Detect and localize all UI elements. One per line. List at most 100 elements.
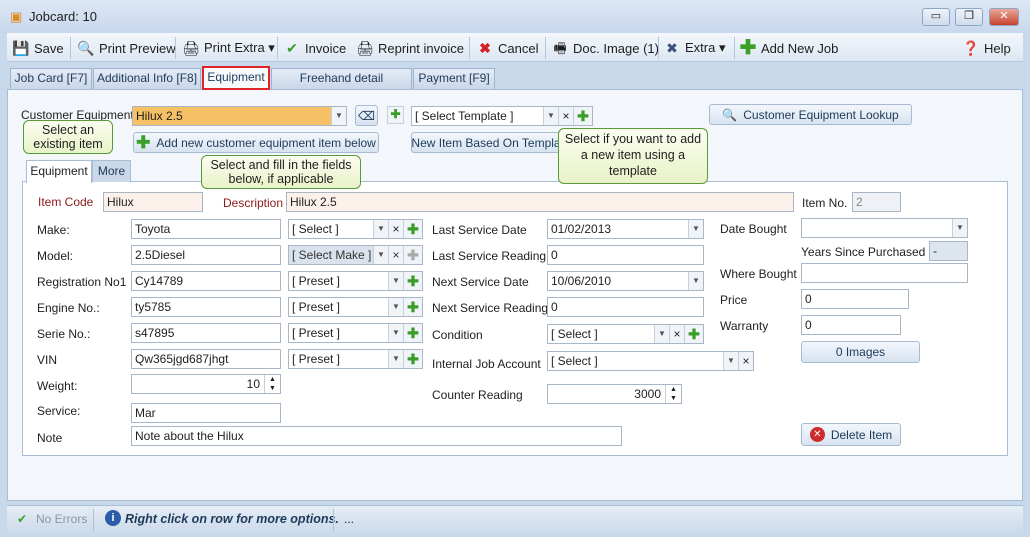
save-button[interactable]: 💾 Save <box>12 37 63 59</box>
equipment-field[interactable]: ty5785 <box>131 297 281 317</box>
counter-reading-label: Counter Reading <box>432 388 523 402</box>
tab-job-card[interactable]: Job Card [F7] <box>10 68 92 89</box>
add-new-equipment-button[interactable]: ✚ Add new customer equipment item below <box>133 132 379 153</box>
condition-combo[interactable]: [ Select ] ▼ × ✚ <box>547 324 704 344</box>
chevron-down-icon[interactable]: ▼ <box>688 272 703 290</box>
next-service-date-picker[interactable]: 10/06/2010 ▼ <box>547 271 704 291</box>
preset-combo[interactable]: [ Preset ] ▼ ✚ <box>288 297 423 317</box>
add-equipment-icon[interactable]: ✚ <box>387 106 404 124</box>
chevron-down-icon[interactable]: ▼ <box>373 246 388 264</box>
print-preview-button[interactable]: 🔍 Print Preview <box>77 37 175 59</box>
clear-icon[interactable]: × <box>388 246 403 264</box>
chevron-down-icon[interactable]: ▼ <box>388 350 403 368</box>
add-new-job-button[interactable]: ✚ Add New Job <box>739 37 839 59</box>
add-icon[interactable]: ✚ <box>403 324 422 342</box>
counter-reading-spinner[interactable]: 3000 ▲ ▼ <box>547 384 682 404</box>
next-service-reading-field[interactable]: 0 <box>547 297 704 317</box>
customer-equipment-combo[interactable]: Hilux 2.5 ▼ <box>132 106 347 126</box>
doc-image-button[interactable]: 🖷 Doc. Image (1) <box>551 37 659 59</box>
tab-additional-info[interactable]: Additional Info [F8] <box>93 68 201 89</box>
preset-combo[interactable]: [ Select ] ▼ × ✚ <box>288 219 423 239</box>
inner-tab-more[interactable]: More <box>92 160 131 182</box>
template-combo[interactable]: [ Select Template ] ▼ × ✚ <box>411 106 593 126</box>
restore-button[interactable]: ❐ <box>955 8 983 26</box>
description-label: Description <box>223 196 284 210</box>
preset-combo[interactable]: [ Select Make ] ▼ × ✚ <box>288 245 423 265</box>
tab-payment[interactable]: Payment [F9] <box>413 68 495 89</box>
invoice-button[interactable]: ✔ Invoice <box>283 37 346 59</box>
backspace-icon: ⌫ <box>358 108 375 123</box>
customer-equipment-lookup-button[interactable]: 🔍 Customer Equipment Lookup <box>709 104 912 125</box>
chevron-down-icon[interactable]: ▼ <box>373 220 388 238</box>
divider <box>175 37 176 59</box>
add-icon[interactable]: ✚ <box>403 298 422 316</box>
new-item-from-template-button[interactable]: New Item Based On Template <box>411 132 571 153</box>
divider <box>734 37 735 59</box>
last-service-reading-field[interactable]: 0 <box>547 245 704 265</box>
field-label: Serie No.: <box>37 327 91 341</box>
extra-button[interactable]: ✖ Extra ▾ <box>663 37 725 59</box>
price-field[interactable]: 0 <box>801 289 909 309</box>
chevron-down-icon[interactable]: ▼ <box>388 324 403 342</box>
errors-status: No Errors <box>36 512 88 526</box>
chevron-down-icon[interactable]: ▼ <box>654 325 669 343</box>
delete-item-button[interactable]: ✕ Delete Item <box>801 423 901 446</box>
chevron-down-icon[interactable]: ▼ <box>952 219 967 237</box>
clear-button[interactable]: ⌫ <box>355 105 378 126</box>
clear-icon[interactable]: × <box>669 325 684 343</box>
tab-freehand[interactable]: Freehand detail description <box>271 68 412 104</box>
plus-icon: ✚ <box>739 37 757 59</box>
clear-icon[interactable]: × <box>388 220 403 238</box>
images-button[interactable]: 0 Images <box>801 341 920 363</box>
preset-combo[interactable]: [ Preset ] ▼ ✚ <box>288 271 423 291</box>
chevron-down-icon[interactable]: ▼ <box>543 107 558 125</box>
spinner-arrows-icon[interactable]: ▲ ▼ <box>665 385 681 403</box>
equipment-field[interactable]: Toyota <box>131 219 281 239</box>
cancel-button[interactable]: ✖ Cancel <box>476 37 538 59</box>
chevron-down-icon[interactable]: ▼ <box>331 107 346 125</box>
warranty-field[interactable]: 0 <box>801 315 901 335</box>
last-service-date-picker[interactable]: 01/02/2013 ▼ <box>547 219 704 239</box>
reprint-invoice-button[interactable]: 🖨 Reprint invoice <box>356 37 464 59</box>
equipment-field[interactable]: Cy14789 <box>131 271 281 291</box>
status-more[interactable]: ... <box>344 512 354 526</box>
date-bought-picker[interactable]: ▼ <box>801 218 968 238</box>
field-label: VIN <box>37 353 58 367</box>
minimize-button[interactable]: ▭ <box>922 8 950 26</box>
warranty-label: Warranty <box>720 319 769 333</box>
note-field[interactable]: Note about the Hilux <box>131 426 622 446</box>
service-field[interactable]: Mar <box>131 403 281 423</box>
spinner-arrows-icon[interactable]: ▲ ▼ <box>264 375 280 393</box>
add-icon[interactable]: ✚ <box>573 107 592 125</box>
preset-combo[interactable]: [ Preset ] ▼ ✚ <box>288 349 423 369</box>
equipment-field[interactable]: 2.5Diesel <box>131 245 281 265</box>
chevron-down-icon[interactable]: ▼ <box>388 272 403 290</box>
add-icon[interactable]: ✚ <box>403 220 422 238</box>
chevron-down-icon[interactable]: ▼ <box>388 298 403 316</box>
search-icon: 🔍 <box>722 107 738 122</box>
item-code-field[interactable]: Hilux <box>103 192 203 212</box>
equipment-field[interactable]: Qw365jgd687jhgt <box>131 349 281 369</box>
inner-tab-equipment[interactable]: Equipment <box>26 160 92 183</box>
add-icon[interactable]: ✚ <box>403 350 422 368</box>
close-button[interactable]: ✕ <box>989 8 1019 26</box>
weight-spinner[interactable]: 10 ▲ ▼ <box>131 374 281 394</box>
help-icon: ❓ <box>962 40 980 56</box>
add-icon[interactable]: ✚ <box>684 325 703 343</box>
chevron-down-icon[interactable]: ▼ <box>723 352 738 370</box>
help-button[interactable]: ❓ Help <box>962 37 1010 59</box>
description-field[interactable]: Hilux 2.5 <box>286 192 794 212</box>
clear-icon[interactable]: × <box>558 107 573 125</box>
printer-icon: 🖨 <box>356 40 374 56</box>
clear-icon[interactable]: × <box>738 352 753 370</box>
preset-combo[interactable]: [ Preset ] ▼ ✚ <box>288 323 423 343</box>
chevron-down-icon[interactable]: ▼ <box>688 220 703 238</box>
print-extra-button[interactable]: 🖨 Print Extra ▾ <box>182 37 275 59</box>
equipment-field[interactable]: s47895 <box>131 323 281 343</box>
add-icon[interactable]: ✚ <box>403 272 422 290</box>
status-bar: ✔ No Errors i Right click on row for mor… <box>7 505 1023 533</box>
where-bought-field[interactable] <box>801 263 968 283</box>
tab-equipment[interactable]: Equipment <box>202 66 270 90</box>
internal-job-account-combo[interactable]: [ Select ] ▼ × <box>547 351 754 371</box>
add-icon[interactable]: ✚ <box>403 246 422 264</box>
